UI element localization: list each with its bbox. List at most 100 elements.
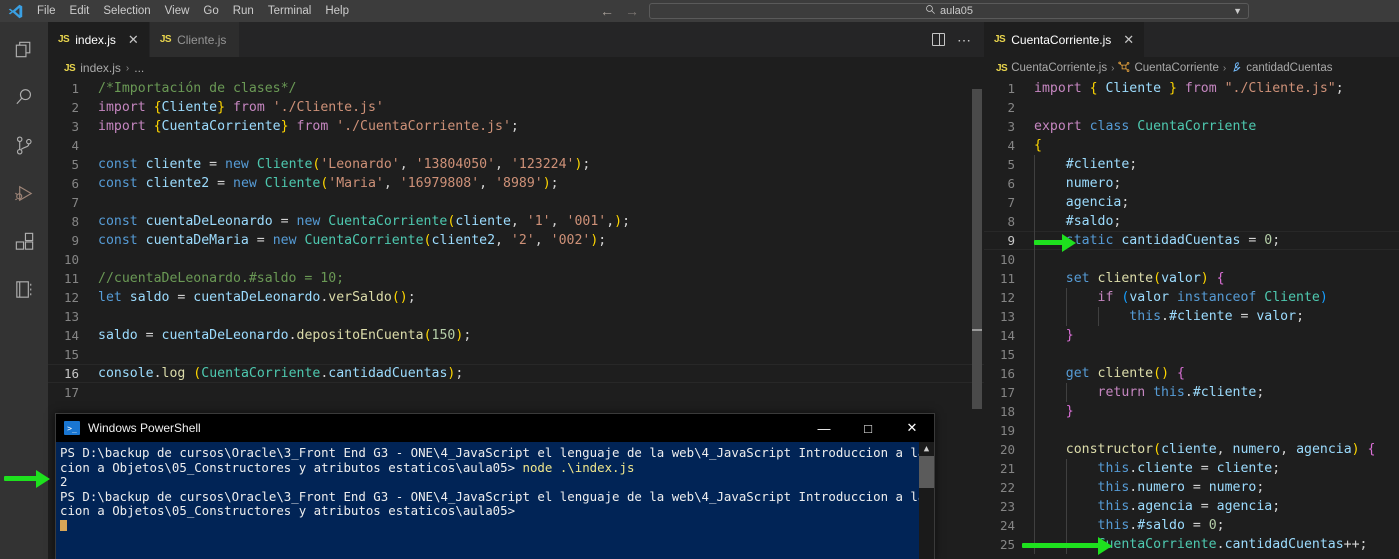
code-line[interactable]: 16 console.log (CuentaCorriente.cantidadC…: [48, 364, 984, 383]
search-icon: [13, 86, 36, 114]
sidebar-item-remote-explorer[interactable]: [0, 268, 48, 316]
code-line[interactable]: 4: [48, 136, 984, 155]
code-line[interactable]: 8 #saldo;: [984, 212, 1399, 231]
code-line[interactable]: 17 return this.#cliente;: [984, 383, 1399, 402]
close-icon[interactable]: ✕: [1123, 32, 1134, 48]
code-line[interactable]: 23 this.agencia = agencia;: [984, 497, 1399, 516]
code-text: static cantidadCuentas = 0;: [1065, 233, 1281, 248]
code-line[interactable]: 1 import { Cliente } from "./Cliente.js";: [984, 79, 1399, 98]
tab-cuentacorriente-js[interactable]: JS CuentaCorriente.js ✕: [984, 22, 1146, 57]
code-line[interactable]: 12 let saldo = cuentaDeLeonardo.verSaldo(…: [48, 288, 984, 307]
sidebar-item-search[interactable]: [0, 76, 48, 124]
tab-cliente-js[interactable]: JS Cliente.js: [149, 22, 240, 57]
breadcrumb-file[interactable]: index.js: [80, 61, 121, 75]
code-line[interactable]: 2 import {Cliente} from './Cliente.js': [48, 98, 984, 117]
breadcrumb-member[interactable]: cantidadCuentas: [1246, 62, 1332, 74]
code-line[interactable]: 24 this.#saldo = 0;: [984, 516, 1399, 535]
chevron-up-icon[interactable]: ▲: [919, 442, 934, 456]
code-line[interactable]: 1 /*Importación de clases*/: [48, 79, 984, 98]
code-line[interactable]: 7 agencia;: [984, 193, 1399, 212]
menu-terminal[interactable]: Terminal: [261, 0, 318, 22]
menu-edit[interactable]: Edit: [63, 0, 97, 22]
code-line[interactable]: 10: [48, 250, 984, 269]
quick-open-value: aula05: [939, 5, 974, 17]
code-line[interactable]: 10: [984, 250, 1399, 269]
code-line[interactable]: 8 const cuentaDeLeonardo = new CuentaCorr…: [48, 212, 984, 231]
code-text: #cliente;: [1065, 157, 1138, 172]
arrow-left-icon[interactable]: ←: [600, 4, 614, 18]
code-line[interactable]: 22 this.numero = numero;: [984, 478, 1399, 497]
powershell-title-bar[interactable]: >_ Windows PowerShell — □ ✕: [56, 414, 934, 442]
code-line[interactable]: 6 const cliente2 = new Cliente('Maria', '…: [48, 174, 984, 193]
menu-go[interactable]: Go: [196, 0, 225, 22]
code-line[interactable]: 16 get cliente() {: [984, 364, 1399, 383]
indent-guide: [1034, 174, 1035, 193]
left-code-editor[interactable]: 1 /*Importación de clases*/ 2 import {Clien…: [48, 79, 984, 402]
powershell-scrollbar[interactable]: ▲: [919, 442, 934, 559]
code-line[interactable]: 18 }: [984, 402, 1399, 421]
code-line[interactable]: 9 const cuentaDeMaria = new CuentaCorrien…: [48, 231, 984, 250]
sidebar-item-source-control[interactable]: [0, 124, 48, 172]
breadcrumb-class[interactable]: CuentaCorriente: [1134, 62, 1218, 74]
left-editor-scrollbar[interactable]: [970, 79, 984, 423]
menu-file[interactable]: File: [30, 0, 63, 22]
breadcrumb-tail[interactable]: ...: [134, 61, 144, 75]
code-line[interactable]: 3 import {CuentaCorriente} from './Cuenta…: [48, 117, 984, 136]
arrow-right-icon[interactable]: →: [625, 4, 639, 18]
indent-guide: [1034, 440, 1035, 459]
code-line[interactable]: 14 saldo = cuentaDeLeonardo.depositoEnCue…: [48, 326, 984, 345]
code-line[interactable]: 12 if (valor instanceof Cliente): [984, 288, 1399, 307]
menu-help[interactable]: Help: [318, 0, 356, 22]
code-line[interactable]: 4{: [984, 136, 1399, 155]
code-line[interactable]: 11 set cliente(valor) {: [984, 269, 1399, 288]
sidebar-item-explorer[interactable]: [0, 28, 48, 76]
js-file-icon: JS: [64, 62, 76, 74]
code-line[interactable]: 11 //cuentaDeLeonardo.#saldo = 10;: [48, 269, 984, 288]
minimize-button[interactable]: —: [802, 414, 846, 442]
line-number: 1: [71, 81, 79, 96]
scrollbar-thumb[interactable]: [972, 89, 982, 409]
code-line[interactable]: 19: [984, 421, 1399, 440]
menu-view[interactable]: View: [158, 0, 197, 22]
scrollbar-thumb[interactable]: [919, 456, 934, 488]
code-line[interactable]: 15: [48, 345, 984, 364]
code-line[interactable]: 9 static cantidadCuentas = 0;: [984, 231, 1399, 250]
powershell-window[interactable]: >_ Windows PowerShell — □ ✕ PS D:\backup…: [55, 413, 935, 559]
menu-run[interactable]: Run: [226, 0, 261, 22]
powershell-output[interactable]: PS D:\backup de cursos\Oracle\3_Front En…: [56, 442, 934, 559]
code-line[interactable]: 13: [48, 307, 984, 326]
close-button[interactable]: ✕: [890, 414, 934, 442]
code-line[interactable]: 7: [48, 193, 984, 212]
tab-index-js[interactable]: JS index.js ✕: [48, 22, 150, 57]
breadcrumb-file[interactable]: CuentaCorriente.js: [1011, 62, 1107, 74]
split-editor-icon[interactable]: [932, 33, 945, 46]
code-line[interactable]: 5 const cliente = new Cliente('Leonardo',…: [48, 155, 984, 174]
quick-open-input[interactable]: aula05 ▼: [649, 3, 1249, 19]
vscode-window: File Edit Selection View Go Run Terminal…: [0, 0, 1399, 559]
code-line[interactable]: 2: [984, 98, 1399, 117]
maximize-button[interactable]: □: [846, 414, 890, 442]
sidebar-item-run-and-debug[interactable]: [0, 172, 48, 220]
search-icon: [925, 4, 936, 18]
sidebar-item-extensions[interactable]: [0, 220, 48, 268]
code-line[interactable]: 13 this.#cliente = valor;: [984, 307, 1399, 326]
code-line[interactable]: 20 constructor(cliente, numero, agencia)…: [984, 440, 1399, 459]
code-line[interactable]: 21 this.cliente = cliente;: [984, 459, 1399, 478]
code-line[interactable]: 25 CuentaCorriente.cantidadCuentas++;: [984, 535, 1399, 554]
powershell-window-title: Windows PowerShell: [88, 421, 201, 435]
chevron-down-icon[interactable]: ▼: [1233, 4, 1242, 18]
code-line[interactable]: 15: [984, 345, 1399, 364]
code-line[interactable]: 14 }: [984, 326, 1399, 345]
code-line[interactable]: 17: [48, 383, 984, 402]
right-code-editor[interactable]: 1 import { Cliente } from "./Cliente.js";…: [984, 79, 1399, 554]
code-line[interactable]: 6 numero;: [984, 174, 1399, 193]
indent-guide: [1066, 383, 1067, 402]
line-number: 17: [63, 385, 79, 400]
right-editor-group: JS CuentaCorriente.js ✕ JS CuentaCorrien…: [984, 22, 1399, 559]
close-icon[interactable]: ✕: [128, 32, 139, 48]
code-line[interactable]: 3 export class CuentaCorriente: [984, 117, 1399, 136]
more-actions-icon[interactable]: ⋯: [957, 33, 972, 47]
menu-selection[interactable]: Selection: [96, 0, 157, 22]
terminal-line: PS D:\backup de cursos\Oracle\3_Front En…: [60, 488, 934, 504]
code-line[interactable]: 5 #cliente;: [984, 155, 1399, 174]
